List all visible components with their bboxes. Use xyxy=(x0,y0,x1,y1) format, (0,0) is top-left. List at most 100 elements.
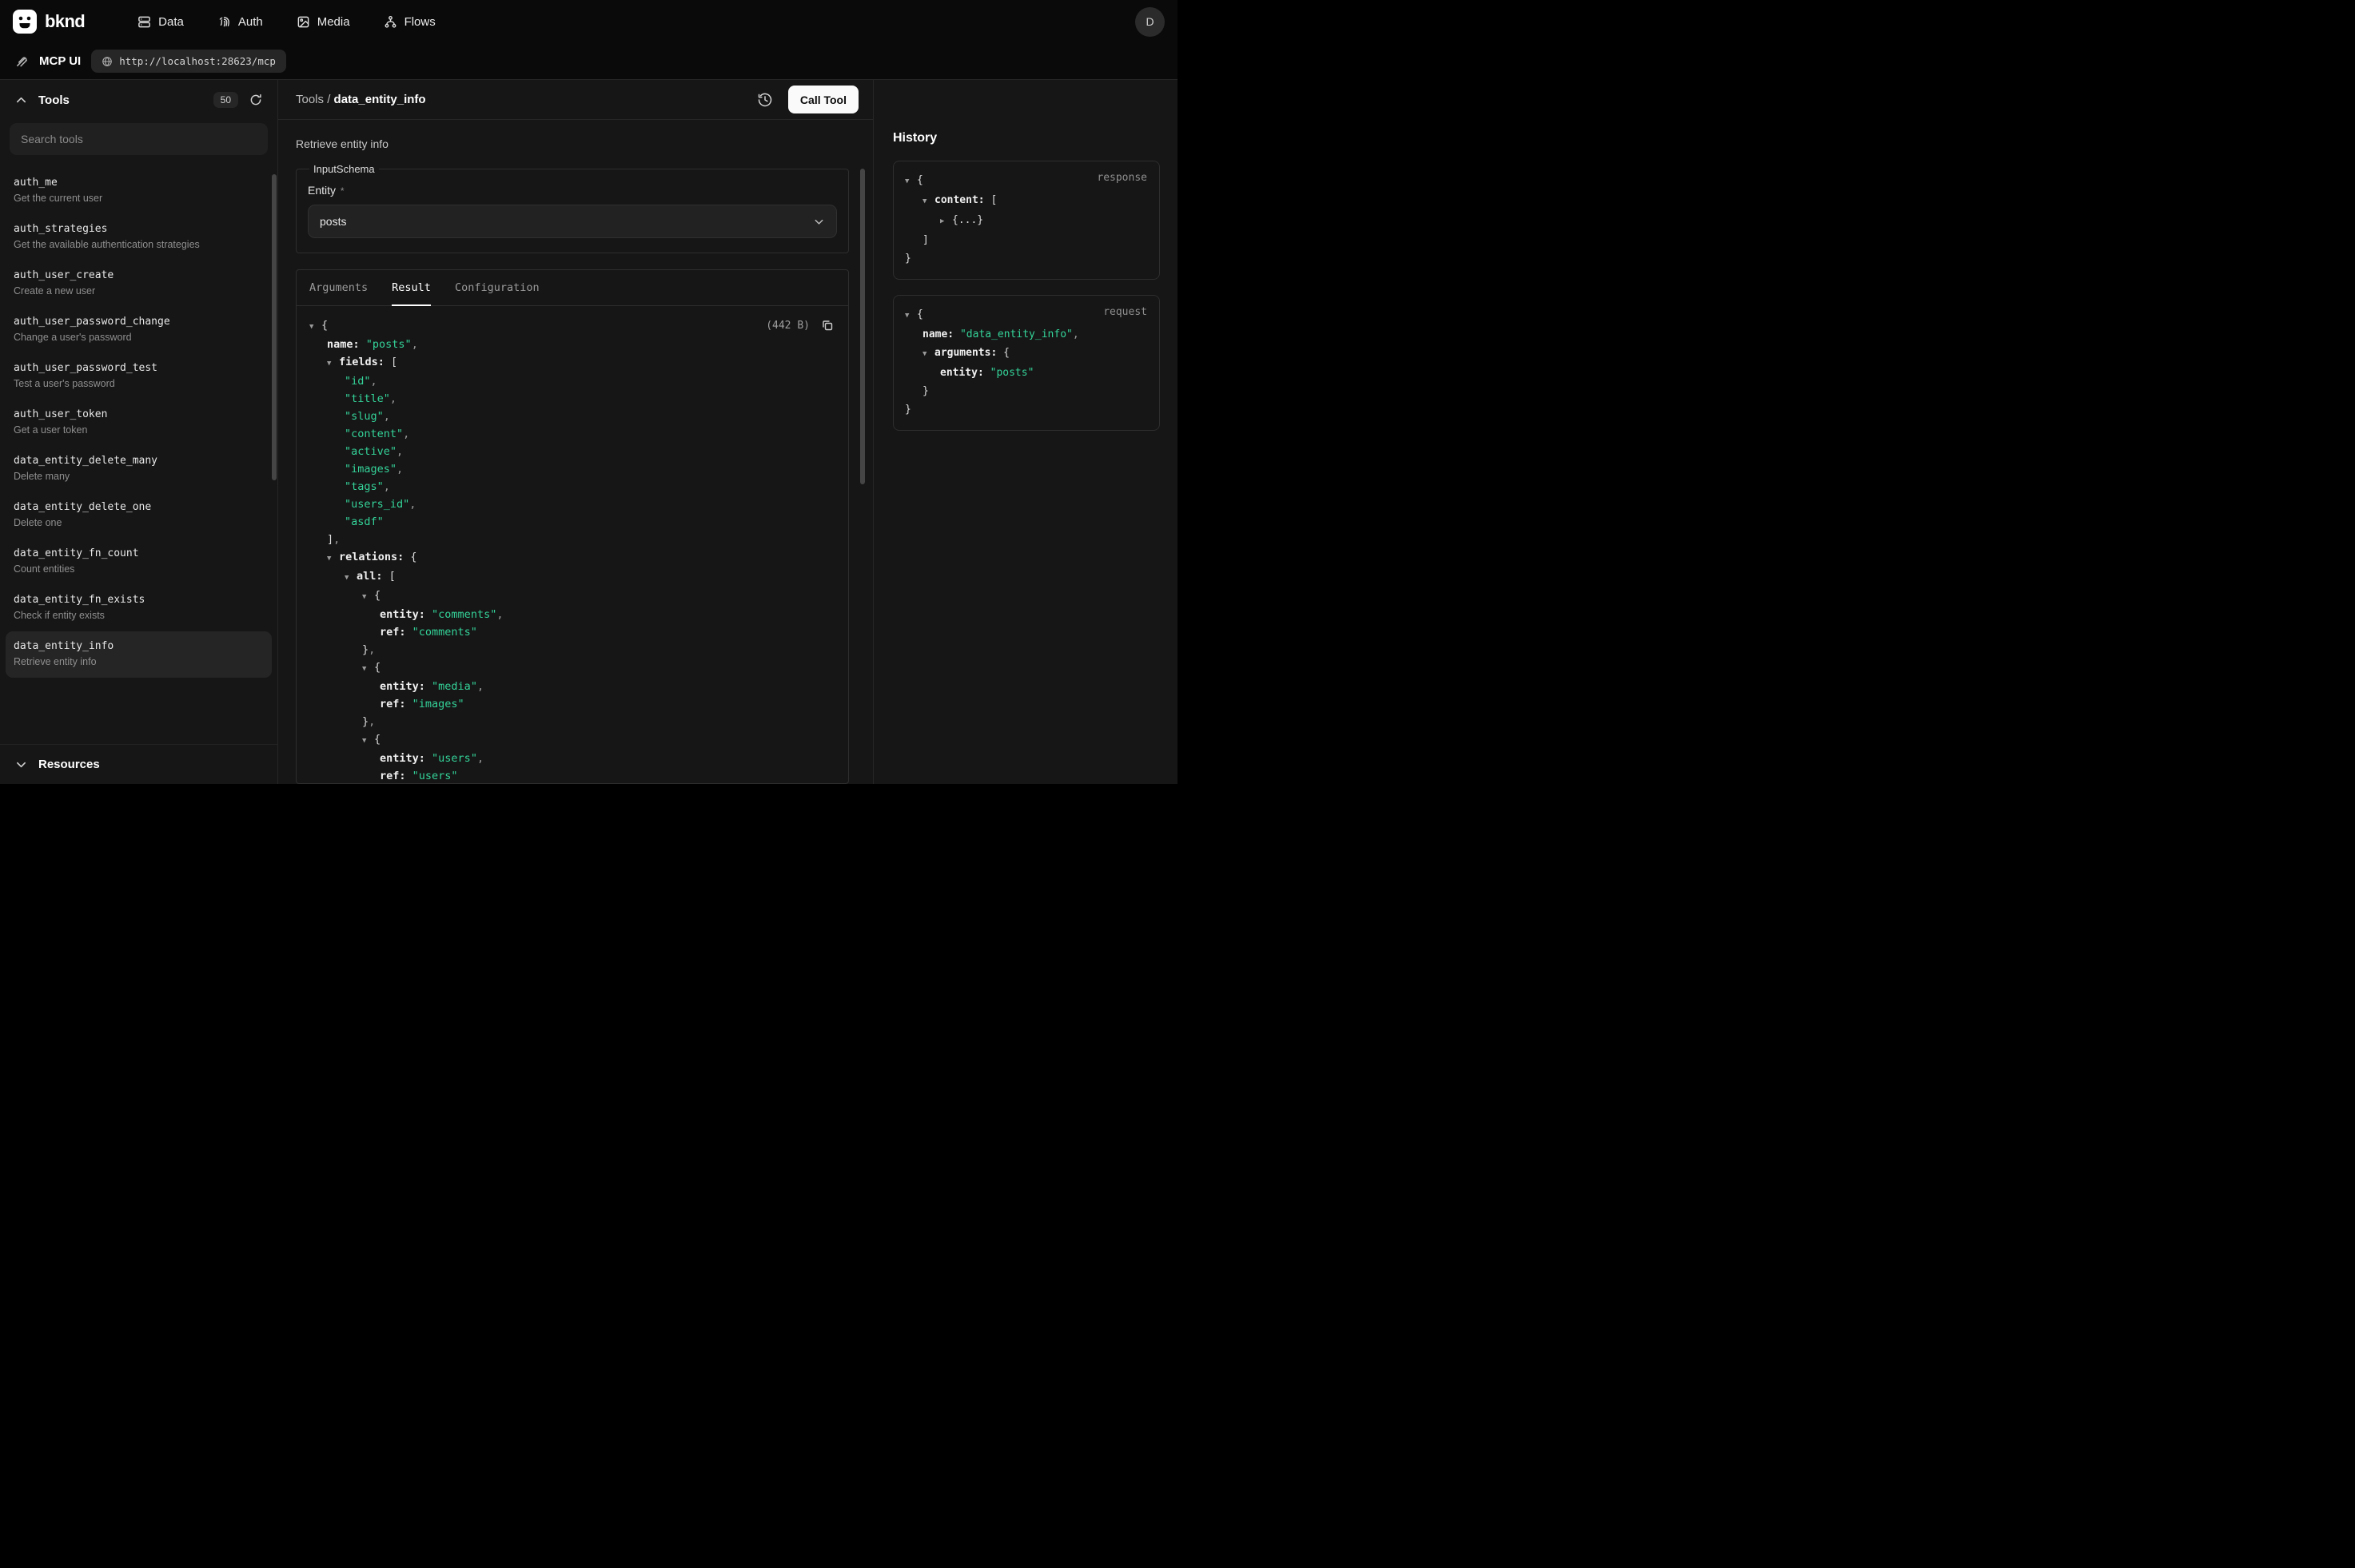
tool-list-item[interactable]: auth_strategies Get the available authen… xyxy=(6,214,272,261)
collapse-arrow-icon[interactable]: ▼ xyxy=(362,588,374,606)
tool-description: Change a user's password xyxy=(14,332,264,343)
app-window: bknd Data Auth xyxy=(0,0,1178,784)
collapse-arrow-icon[interactable]: ▼ xyxy=(309,318,321,336)
history-panel: History response ▼{▼content: [▶{...}]} r… xyxy=(873,80,1178,784)
json-line: "id", xyxy=(309,372,835,390)
tool-list-item[interactable]: data_entity_delete_many Delete many xyxy=(6,446,272,492)
collapse-arrow-icon[interactable]: ▼ xyxy=(362,660,374,678)
nav-item-flows[interactable]: Flows xyxy=(373,9,447,35)
nav-item-data[interactable]: Data xyxy=(126,9,195,35)
tool-list-item[interactable]: data_entity_info Retrieve entity info xyxy=(6,631,272,678)
json-line: "active", xyxy=(309,443,835,460)
main-nav: Data Auth Media xyxy=(126,9,447,35)
json-line: ref: "users" xyxy=(309,767,835,783)
mcp-icon xyxy=(15,54,29,68)
fingerprint-icon xyxy=(217,15,231,29)
tool-name: data_entity_info xyxy=(14,640,264,652)
tab-bar: Arguments Result Configuration xyxy=(297,270,848,306)
json-line: entity: "posts" xyxy=(905,364,1148,382)
history-json-tree: ▼{▼content: [▶{...}]} xyxy=(905,171,1148,268)
copy-result-button[interactable] xyxy=(819,316,836,334)
tool-list-item[interactable]: auth_user_password_test Test a user's pa… xyxy=(6,353,272,400)
resources-section-toggle[interactable]: Resources xyxy=(0,744,277,784)
nav-item-media[interactable]: Media xyxy=(285,9,361,35)
sidebar-scrollbar[interactable] xyxy=(272,174,277,480)
tool-detail-header: Tools / data_entity_info Call Tool xyxy=(278,80,873,120)
content-row: Tools 50 auth_me Get the current user xyxy=(0,80,1178,784)
collapse-arrow-icon[interactable]: ▼ xyxy=(362,732,374,750)
tools-count-badge: 50 xyxy=(213,92,238,108)
breadcrumb-root[interactable]: Tools xyxy=(296,93,324,106)
chevron-down-icon xyxy=(13,756,30,773)
breadcrumb: Tools / data_entity_info xyxy=(296,93,426,106)
user-avatar[interactable]: D xyxy=(1135,7,1165,37)
tool-name: auth_user_token xyxy=(14,408,264,420)
json-line[interactable]: ▼{ xyxy=(309,730,835,750)
tool-list-item[interactable]: auth_user_password_change Change a user'… xyxy=(6,307,272,353)
tool-detail-panel: Tools / data_entity_info Call Tool Retri… xyxy=(278,80,873,784)
tool-list-item[interactable]: auth_user_token Get a user token xyxy=(6,400,272,446)
json-line: }, xyxy=(309,641,835,659)
brand[interactable]: bknd xyxy=(13,10,85,34)
refresh-icon xyxy=(249,94,262,106)
call-tool-button[interactable]: Call Tool xyxy=(788,86,859,113)
tool-name: data_entity_fn_count xyxy=(14,547,264,559)
collapse-arrow-icon[interactable]: ▼ xyxy=(905,307,917,325)
json-line[interactable]: ▼content: [ xyxy=(905,191,1148,211)
json-line[interactable]: ▼arguments: { xyxy=(905,344,1148,364)
tool-description: Delete many xyxy=(14,471,264,482)
json-line[interactable]: ▼{ xyxy=(309,316,835,336)
tab-result[interactable]: Result xyxy=(392,270,431,305)
tool-description: Test a user's password xyxy=(14,378,264,389)
top-nav: bknd Data Auth xyxy=(0,0,1178,43)
expand-arrow-icon[interactable]: ▶ xyxy=(940,213,952,231)
tool-detail-description: Retrieve entity info xyxy=(296,137,849,150)
refresh-tools-button[interactable] xyxy=(247,91,265,109)
avatar-initial: D xyxy=(1146,15,1154,28)
chevron-up-icon[interactable] xyxy=(13,92,30,109)
history-toggle-button[interactable] xyxy=(755,90,775,110)
nav-item-label: Flows xyxy=(404,15,436,29)
history-entry-request[interactable]: request ▼{name: "data_entity_info",▼argu… xyxy=(893,295,1160,431)
tool-list-item[interactable]: auth_me Get the current user xyxy=(6,168,272,214)
json-line[interactable]: ▼all: [ xyxy=(309,567,835,587)
json-line: entity: "users", xyxy=(309,750,835,767)
tool-list-item[interactable]: auth_user_create Create a new user xyxy=(6,261,272,307)
tool-list-item[interactable]: data_entity_delete_one Delete one xyxy=(6,492,272,539)
tab-configuration[interactable]: Configuration xyxy=(455,270,540,305)
input-schema-legend: InputSchema xyxy=(309,163,379,175)
result-json-tree: ▼{name: "posts",▼fields: ["id","title","… xyxy=(309,316,835,783)
collapse-arrow-icon[interactable]: ▼ xyxy=(922,193,934,211)
collapse-arrow-icon[interactable]: ▼ xyxy=(327,355,339,372)
json-line[interactable]: ▼fields: [ xyxy=(309,353,835,372)
result-tabs-container: Arguments Result Configuration (442 B) xyxy=(296,269,849,784)
collapse-arrow-icon[interactable]: ▼ xyxy=(345,569,357,587)
json-line[interactable]: ▼{ xyxy=(309,659,835,678)
history-entry-response[interactable]: response ▼{▼content: [▶{...}]} xyxy=(893,161,1160,280)
json-line[interactable]: ▶{...} xyxy=(905,211,1148,231)
tool-list-item[interactable]: data_entity_fn_count Count entities xyxy=(6,539,272,585)
main-scrollbar[interactable] xyxy=(860,169,865,484)
json-line[interactable]: ▼{ xyxy=(309,587,835,606)
tool-description: Get a user token xyxy=(14,424,264,436)
tool-list-item[interactable]: data_entity_fn_exists Check if entity ex… xyxy=(6,585,272,631)
nav-item-auth[interactable]: Auth xyxy=(206,9,274,35)
collapse-arrow-icon[interactable]: ▼ xyxy=(327,550,339,567)
tool-description: Check if entity exists xyxy=(14,610,264,621)
json-line: } xyxy=(905,400,1148,419)
json-line[interactable]: ▼relations: { xyxy=(309,548,835,567)
collapse-arrow-icon[interactable]: ▼ xyxy=(922,345,934,364)
tool-name: data_entity_fn_exists xyxy=(14,594,264,606)
json-line: } xyxy=(905,249,1148,268)
endpoint-url-pill[interactable]: http://localhost:28623/mcp xyxy=(91,50,286,73)
collapse-arrow-icon[interactable]: ▼ xyxy=(905,173,917,191)
json-line: entity: "media", xyxy=(309,678,835,695)
entity-select[interactable]: posts xyxy=(308,205,837,238)
tool-description: Create a new user xyxy=(14,285,264,296)
tool-name: data_entity_delete_one xyxy=(14,501,264,513)
tool-name: auth_user_password_change xyxy=(14,316,264,328)
tab-arguments[interactable]: Arguments xyxy=(309,270,368,305)
resources-section-title: Resources xyxy=(38,758,100,771)
tool-description: Delete one xyxy=(14,517,264,528)
tool-search-input[interactable] xyxy=(10,123,268,155)
